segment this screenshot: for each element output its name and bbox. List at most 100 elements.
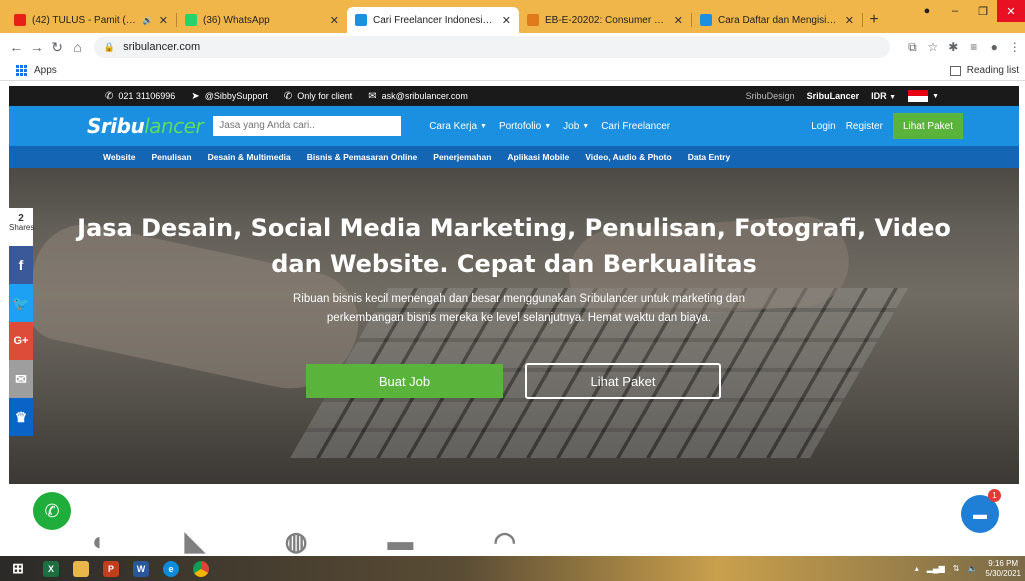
minimize-button[interactable]: –: [941, 0, 969, 22]
extensions-icon[interactable]: ✱: [943, 40, 963, 54]
taskbar-powerpoint[interactable]: P: [96, 556, 126, 581]
chat-widget-button[interactable]: ▬ 1: [961, 489, 1001, 533]
browser-tab-bar: (42) TULUS - Pamit (Offici 🔊 ✕ (36) WhatsAp…: [0, 0, 1025, 33]
reading-list-button[interactable]: Reading list: [949, 65, 1019, 76]
network-icon[interactable]: ⇅: [953, 564, 960, 573]
client-logo: ◣: [184, 526, 205, 556]
browser-tab[interactable]: Cari Freelancer Indonesia, Sele ✕: [347, 7, 519, 33]
taskbar-edge[interactable]: e: [156, 556, 186, 581]
close-window-button[interactable]: ✕: [997, 0, 1025, 22]
sribudesign-link[interactable]: SribuDesign: [746, 91, 795, 101]
close-tab-icon[interactable]: ✕: [674, 14, 683, 27]
telegram-icon: ➤: [191, 90, 200, 102]
chat-notification-badge: 1: [988, 489, 1001, 502]
category-link[interactable]: Aplikasi Mobile: [507, 152, 569, 162]
browser-tab[interactable]: EB-E-20202: Consumer Behav ✕: [519, 7, 691, 33]
whatsapp-icon: ✆: [283, 90, 293, 102]
clock[interactable]: 9:16 PM 5/30/2021: [985, 559, 1021, 579]
tab-title: Cari Freelancer Indonesia, Sele: [373, 14, 496, 26]
google-plus-icon: G+: [13, 335, 29, 347]
home-button[interactable]: ⌂: [67, 39, 87, 55]
nav-menu-item[interactable]: Job ▼: [563, 121, 589, 132]
nav-menu-item[interactable]: Portofolio ▼: [499, 121, 551, 132]
sumome-icon: ♛: [14, 408, 28, 425]
taskbar-explorer[interactable]: [66, 556, 96, 581]
close-tab-icon[interactable]: ✕: [845, 14, 854, 27]
category-link[interactable]: Bisnis & Pemasaran Online: [307, 152, 418, 162]
nav-menu-label: Cari Freelancer: [601, 120, 671, 132]
share-sumome-button[interactable]: ♛: [9, 398, 33, 436]
powerpoint-icon: P: [103, 560, 119, 577]
category-link[interactable]: Video, Audio & Photo: [585, 152, 671, 162]
taskbar-word[interactable]: W: [126, 556, 156, 581]
sribulancer-link[interactable]: SribuLancer: [807, 91, 860, 101]
apps-bookmark[interactable]: Apps: [34, 65, 57, 76]
chevron-down-icon: ▼: [932, 92, 939, 100]
category-link[interactable]: Penerjemahan: [433, 152, 491, 162]
audio-playing-icon[interactable]: 🔊: [143, 16, 153, 25]
login-link[interactable]: Login: [811, 121, 835, 132]
favicon-icon: [527, 14, 539, 26]
reading-mode-icon[interactable]: ≡: [964, 40, 984, 54]
search-input[interactable]: [213, 116, 402, 136]
signal-icon[interactable]: ▂▄▆: [927, 564, 945, 573]
share-google-plus-button[interactable]: G+: [9, 322, 33, 360]
nav-menu-item[interactable]: Cara Kerja ▼: [429, 121, 487, 132]
profile-avatar-icon[interactable]: ●: [984, 40, 1004, 54]
close-tab-icon[interactable]: ✕: [330, 14, 339, 27]
category-link[interactable]: Desain & Multimedia: [208, 152, 291, 162]
whatsapp-contact[interactable]: ✆ Only for client: [284, 91, 352, 102]
nav-menu-item[interactable]: Cari Freelancer: [601, 121, 670, 132]
taskbar-excel[interactable]: X: [36, 556, 66, 581]
client-logos-strip: ◖ ◣ ◍ ▬ ◠: [89, 526, 969, 556]
indonesia-flag-icon: [908, 90, 929, 102]
category-link[interactable]: Website: [103, 152, 135, 162]
close-tab-icon[interactable]: ✕: [502, 14, 511, 27]
register-link[interactable]: Register: [846, 121, 883, 132]
maximize-button[interactable]: ❐: [969, 0, 997, 22]
tab-title: EB-E-20202: Consumer Behav: [545, 14, 668, 26]
phone-contact[interactable]: ✆ 021 31106996: [105, 91, 175, 102]
currency-dropdown[interactable]: IDR ▼: [871, 91, 896, 101]
forward-button[interactable]: →: [26, 39, 46, 55]
category-link[interactable]: Penulisan: [151, 152, 191, 162]
share-email-button[interactable]: ✉: [9, 360, 33, 398]
browser-tab[interactable]: (36) WhatsApp ✕: [177, 7, 347, 33]
back-button[interactable]: ←: [6, 39, 26, 55]
logo-text-lancer: lancer: [144, 114, 204, 138]
start-button[interactable]: ⊞: [0, 556, 36, 581]
reload-button[interactable]: ↻: [47, 39, 67, 56]
taskbar-chrome[interactable]: [186, 556, 216, 581]
edge-icon: e: [163, 560, 179, 577]
bookmark-star-icon[interactable]: ☆: [923, 40, 943, 54]
telegram-contact[interactable]: ➤ @SibbySupport: [191, 91, 268, 102]
browser-tab[interactable]: (42) TULUS - Pamit (Offici 🔊 ✕: [6, 7, 176, 33]
chrome-menu-icon[interactable]: ⋮: [1005, 40, 1025, 54]
category-link[interactable]: Data Entry: [688, 152, 731, 162]
sribulancer-logo[interactable]: Sribulancer: [87, 114, 204, 138]
address-bar-row: ← → ↻ ⌂ 🔒 sribulancer.com ⧉ ☆ ✱ ≡ ● ⋮: [0, 33, 1025, 61]
windows-taskbar: ⊞ X P W e ▴ ▂▄▆ ⇅ 🔈 9:16 PM 5/30/2021: [0, 556, 1025, 581]
apps-grid-icon: [16, 64, 28, 77]
share-facebook-button[interactable]: f: [9, 246, 33, 284]
omnibox[interactable]: 🔒 sribulancer.com: [93, 36, 891, 58]
profile-dot-icon[interactable]: ●: [913, 0, 941, 22]
buat-job-button[interactable]: Buat Job: [306, 364, 503, 398]
share-twitter-button[interactable]: 🐦: [9, 284, 33, 322]
email-contact[interactable]: ✉ ask@sribulancer.com: [368, 91, 468, 102]
hero-subtext-line1: Ribuan bisnis kecil menengah dan besar m…: [293, 293, 745, 305]
lihat-paket-nav-button[interactable]: Lihat Paket: [892, 113, 963, 139]
share-count-number: 2: [18, 213, 24, 224]
close-tab-icon[interactable]: ✕: [159, 14, 168, 27]
tray-chevron-icon[interactable]: ▴: [915, 564, 919, 573]
system-tray: ▴ ▂▄▆ ⇅ 🔈 9:16 PM 5/30/2021: [915, 556, 1021, 581]
lihat-paket-hero-button[interactable]: Lihat Paket: [525, 363, 721, 399]
whatsapp-float-button[interactable]: ✆: [33, 492, 71, 530]
volume-icon[interactable]: 🔈: [967, 564, 977, 573]
translate-icon[interactable]: ⧉: [902, 40, 922, 55]
language-dropdown[interactable]: ▼: [908, 90, 939, 102]
new-tab-button[interactable]: +: [863, 7, 885, 33]
main-navigation: Sribulancer Cara Kerja▼ Portofolio▼ Job▼ Ca…: [9, 106, 1019, 146]
browser-tab[interactable]: Cara Daftar dan Mengisi Skill d ✕: [692, 7, 862, 33]
client-logo: ◠: [493, 526, 517, 556]
